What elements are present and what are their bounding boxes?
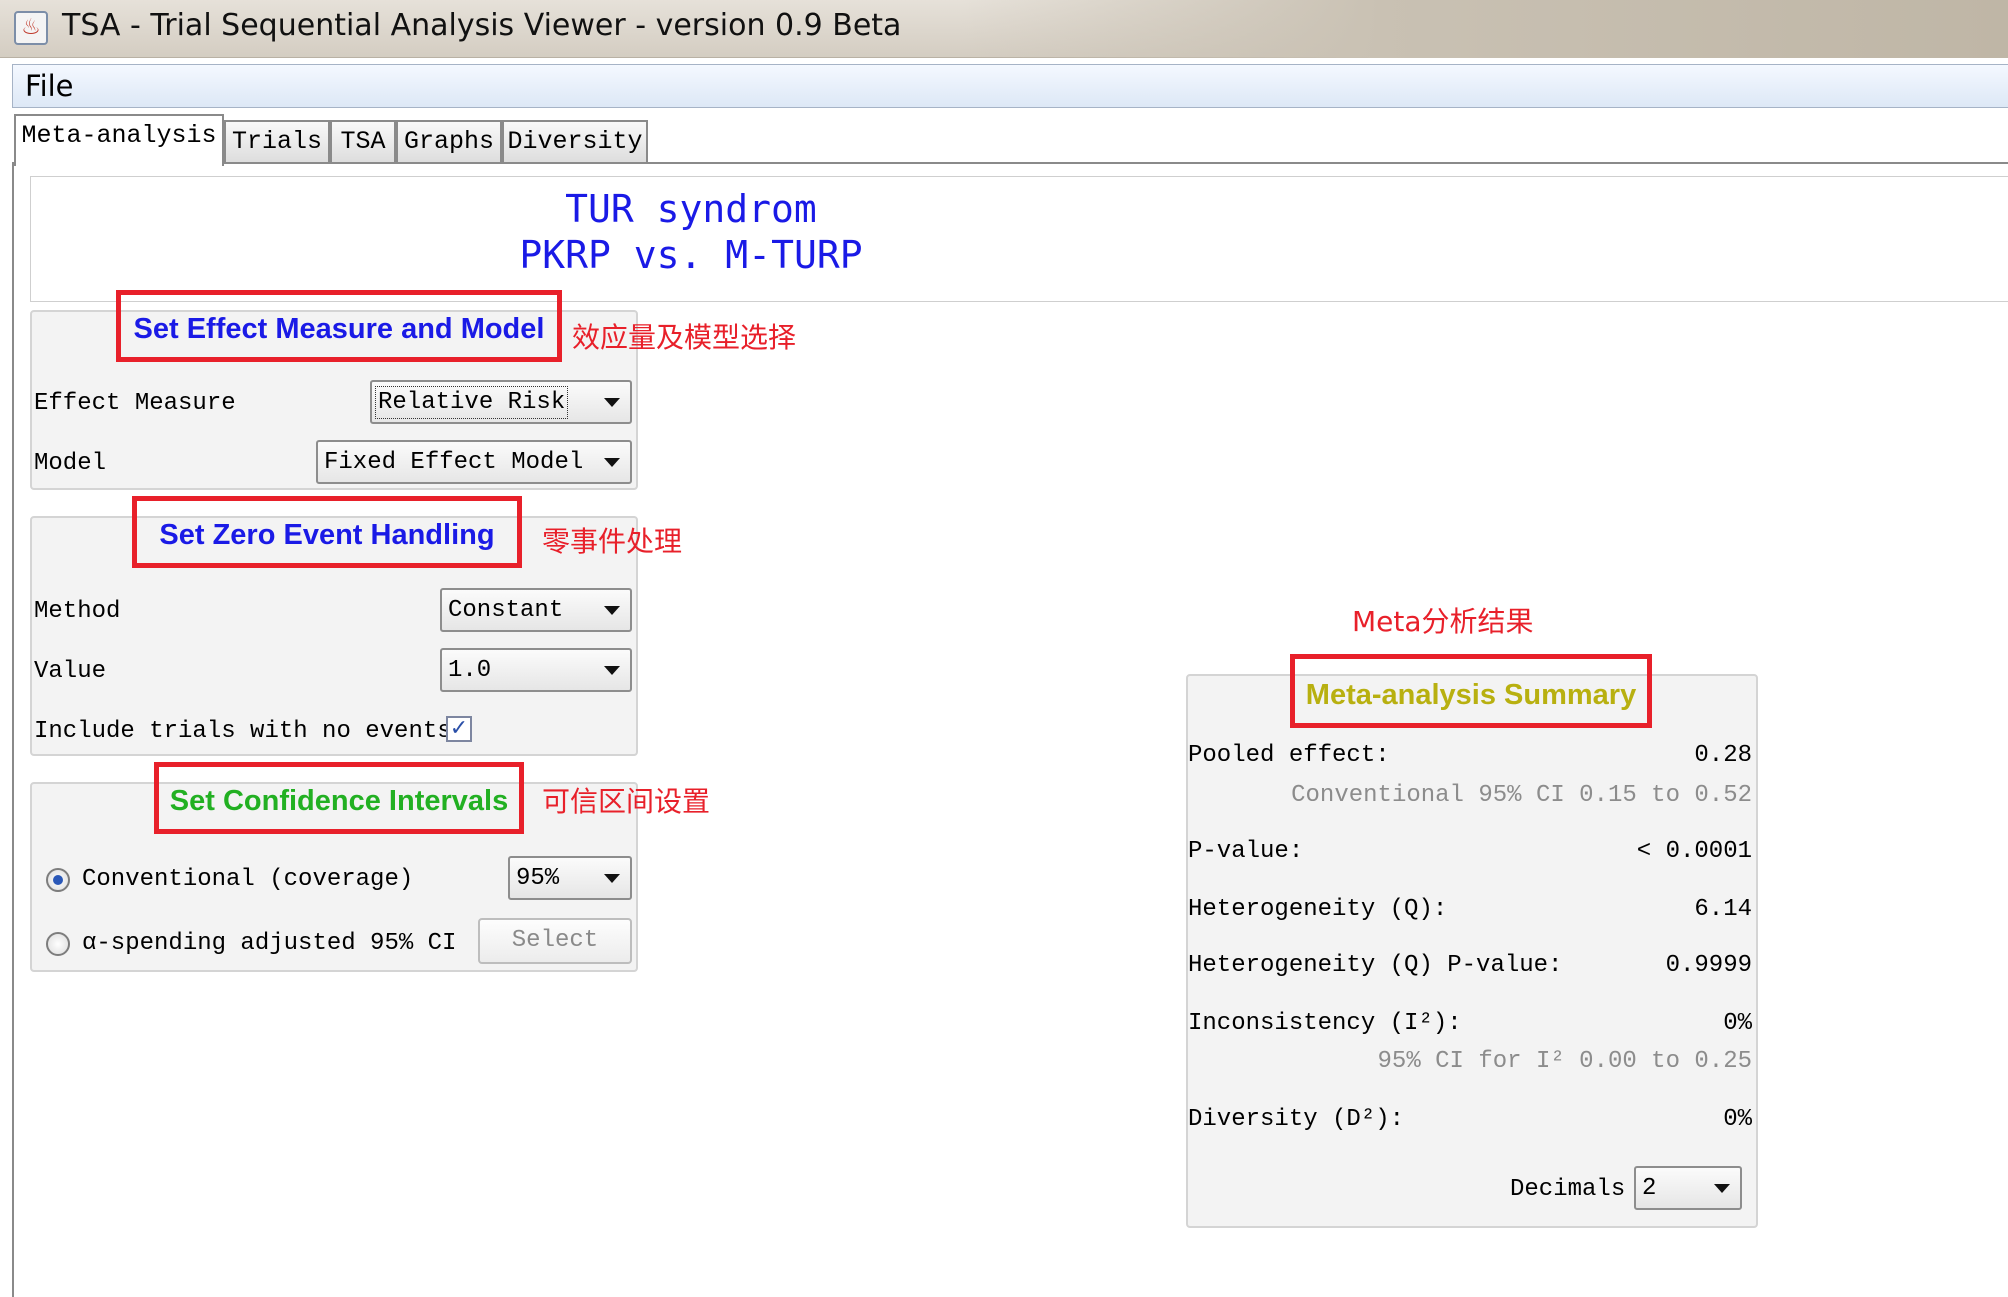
tab-strip: Meta-analysis Trials TSA Graphs Diversit… xyxy=(12,114,2008,166)
heterogeneity-label: Heterogeneity (Q): xyxy=(1188,896,1448,923)
pooled-effect-value: 0.28 xyxy=(1694,742,1752,769)
include-no-events-label: Include trials with no events xyxy=(34,718,452,745)
value-value: 1.0 xyxy=(448,657,492,684)
method-dropdown[interactable]: Constant xyxy=(440,588,632,632)
method-label: Method xyxy=(34,598,121,625)
decimals-dropdown[interactable]: 2 xyxy=(1634,1166,1742,1210)
diversity-label: Diversity (D²): xyxy=(1188,1106,1405,1133)
analysis-header: TUR syndrom PKRP vs. M-TURP xyxy=(30,176,2008,302)
tab-tsa[interactable]: TSA xyxy=(330,120,396,164)
inconsistency-label: Inconsistency (I²): xyxy=(1188,1010,1462,1037)
zero-panel-note: 零事件处理 xyxy=(542,525,683,558)
value-label: Value xyxy=(34,658,107,685)
decimals-value: 2 xyxy=(1642,1175,1657,1202)
chevron-down-icon xyxy=(1714,1184,1730,1193)
header-title-line1: TUR syndrom xyxy=(565,187,817,231)
effect-panel-title-box: Set Effect Measure and Model xyxy=(116,290,562,362)
effect-panel-title: Set Effect Measure and Model xyxy=(133,313,545,345)
pooled-effect-ci: Conventional 95% CI 0.15 to 0.52 xyxy=(1291,782,1752,809)
zero-panel-title: Set Zero Event Handling xyxy=(159,519,495,551)
model-value: Fixed Effect Model xyxy=(324,449,584,476)
menu-bar: File xyxy=(12,64,2008,108)
chevron-down-icon xyxy=(604,606,620,615)
method-value: Constant xyxy=(448,597,564,624)
tab-trials[interactable]: Trials xyxy=(224,120,330,164)
chevron-down-icon xyxy=(604,458,620,467)
model-dropdown[interactable]: Fixed Effect Model xyxy=(316,440,632,484)
effect-panel-note: 效应量及模型选择 xyxy=(572,321,797,354)
alpha-spending-radio[interactable] xyxy=(46,932,70,956)
effect-measure-dropdown[interactable]: Relative Risk xyxy=(370,380,632,424)
chevron-down-icon xyxy=(604,874,620,883)
effect-measure-value: Relative Risk xyxy=(374,386,569,419)
tab-meta-analysis[interactable]: Meta-analysis xyxy=(14,114,224,166)
decimals-label: Decimals xyxy=(1510,1176,1626,1203)
zero-panel-title-box: Set Zero Event Handling xyxy=(132,496,522,568)
inconsistency-value: 0% xyxy=(1723,1010,1752,1037)
window-title: TSA - Trial Sequential Analysis Viewer -… xyxy=(62,8,902,43)
model-label: Model xyxy=(34,450,107,477)
conventional-label: Conventional (coverage) xyxy=(82,866,414,893)
value-dropdown[interactable]: 1.0 xyxy=(440,648,632,692)
tab-graphs[interactable]: Graphs xyxy=(396,120,502,164)
coverage-dropdown[interactable]: 95% xyxy=(508,856,632,900)
p-value-value: < 0.0001 xyxy=(1636,838,1752,865)
summary-title: Meta-analysis Summary xyxy=(1305,679,1637,711)
heterogeneity-value: 6.14 xyxy=(1694,896,1752,923)
ci-panel-note: 可信区间设置 xyxy=(542,785,711,818)
p-value-label: P-value: xyxy=(1188,838,1304,865)
chevron-down-icon xyxy=(604,398,620,407)
summary-title-box: Meta-analysis Summary xyxy=(1290,654,1652,728)
tab-diversity[interactable]: Diversity xyxy=(502,120,648,164)
select-button[interactable]: Select xyxy=(478,918,632,964)
window-title-bar: ♨ TSA - Trial Sequential Analysis Viewer… xyxy=(0,0,2008,58)
header-title-line2: PKRP vs. M-TURP xyxy=(519,233,863,277)
chevron-down-icon xyxy=(604,666,620,675)
titlebar-background xyxy=(960,0,2008,58)
heterogeneity-p-value: 0.9999 xyxy=(1665,952,1752,979)
effect-measure-label: Effect Measure xyxy=(34,390,236,417)
alpha-spending-label: α-spending adjusted 95% CI xyxy=(82,930,457,957)
java-cup-icon: ♨ xyxy=(14,11,48,45)
heterogeneity-p-label: Heterogeneity (Q) P-value: xyxy=(1188,952,1563,979)
ci-panel-title: Set Confidence Intervals xyxy=(169,785,509,817)
diversity-value: 0% xyxy=(1723,1106,1752,1133)
coverage-value: 95% xyxy=(516,865,560,892)
include-no-events-checkbox[interactable]: ✓ xyxy=(446,716,472,742)
meta-analysis-summary-panel: Pooled effect: 0.28 Conventional 95% CI … xyxy=(1186,674,1758,1228)
summary-note: Meta分析结果 xyxy=(1352,605,1534,638)
inconsistency-ci: 95% CI for I² 0.00 to 0.25 xyxy=(1377,1048,1752,1075)
menu-file[interactable]: File xyxy=(25,69,74,103)
conventional-radio[interactable] xyxy=(46,868,70,892)
ci-panel-title-box: Set Confidence Intervals xyxy=(154,762,524,834)
pooled-effect-label: Pooled effect: xyxy=(1188,742,1390,769)
